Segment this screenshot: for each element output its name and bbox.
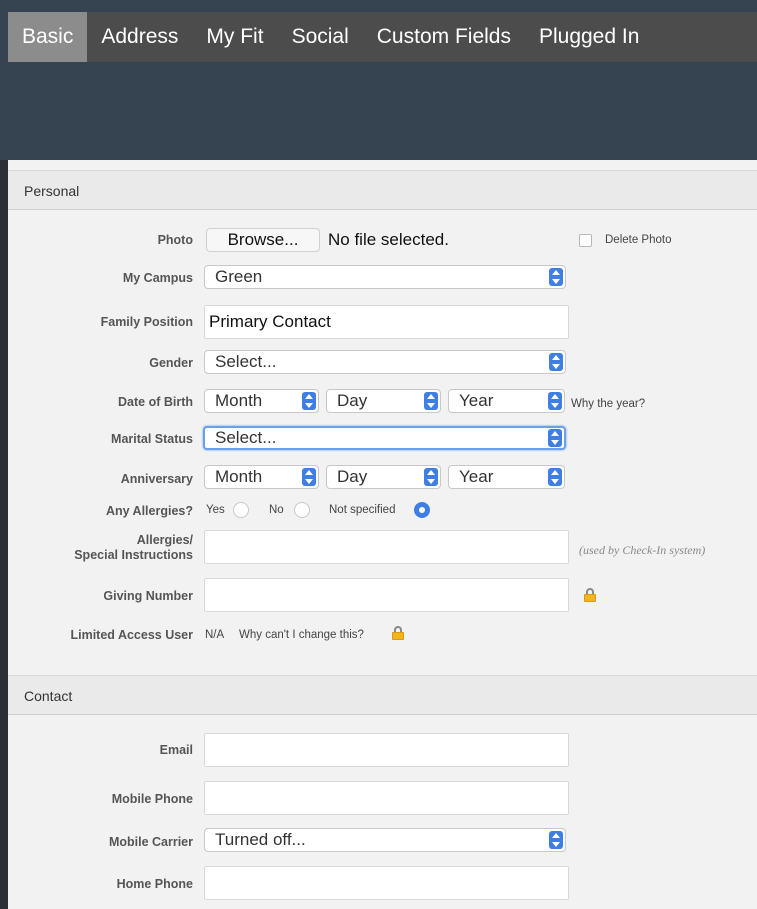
special-instructions-label-line1: Allergies/ [136, 533, 193, 547]
anniversary-day-value: Day [337, 467, 368, 486]
giving-number-field[interactable] [204, 578, 569, 612]
limited-access-value: N/A [205, 629, 225, 641]
anniversary-day-select[interactable]: Day [326, 465, 441, 489]
mobile-carrier-label: Mobile Carrier [108, 835, 193, 849]
family-position-value: Primary Contact [209, 312, 331, 331]
tab-bar: Basic Address My Fit Social Custom Field… [8, 12, 757, 62]
email-label: Email [159, 743, 193, 757]
special-instructions-label: Allergies/ Special Instructions [8, 533, 193, 563]
gender-value: Select... [215, 352, 277, 371]
lock-icon [392, 626, 404, 640]
allergies-no-radio[interactable] [294, 502, 310, 518]
select-arrows-icon [549, 353, 563, 371]
marital-value: Select... [215, 428, 277, 447]
mobile-carrier-select[interactable]: Turned off... [204, 828, 566, 852]
profile-form: Personal Photo Browse... No file selecte… [8, 160, 757, 909]
tab-plugged-in[interactable]: Plugged In [525, 12, 653, 62]
campus-label: My Campus [122, 271, 193, 285]
campus-value: Green [215, 267, 263, 286]
mobile-phone-label: Mobile Phone [111, 792, 193, 806]
marital-select[interactable]: Select... [203, 426, 566, 450]
allergies-not-specified-label: Not specified [329, 504, 396, 516]
family-position-label: Family Position [100, 315, 193, 329]
special-instructions-label-line2: Special Instructions [74, 548, 193, 562]
dob-year-value: Year [459, 391, 494, 410]
special-instructions-field[interactable] [204, 530, 569, 564]
dob-label: Date of Birth [118, 395, 193, 409]
tab-my-fit[interactable]: My Fit [192, 12, 277, 62]
select-arrows-icon [548, 429, 562, 447]
anniversary-month-value: Month [215, 467, 263, 486]
contact-section-heading: Contact [8, 675, 757, 715]
campus-select[interactable]: Green [204, 265, 566, 289]
anniversary-month-select[interactable]: Month [204, 465, 319, 489]
anniversary-year-value: Year [459, 467, 494, 486]
gender-label: Gender [149, 356, 193, 370]
tab-social[interactable]: Social [278, 12, 363, 62]
file-status: No file selected. [328, 230, 449, 249]
tab-basic[interactable]: Basic [8, 12, 88, 62]
allergies-yes-label: Yes [206, 504, 225, 516]
why-cant-change-link[interactable]: Why can't I change this? [239, 629, 364, 641]
select-arrows-icon [548, 468, 562, 486]
personal-section-heading: Personal [8, 170, 757, 210]
select-arrows-icon [302, 392, 316, 410]
mobile-phone-field[interactable] [204, 781, 569, 815]
allergies-not-specified-radio[interactable] [414, 502, 430, 518]
anniversary-year-select[interactable]: Year [448, 465, 565, 489]
anniversary-label: Anniversary [120, 472, 193, 486]
check-in-hint: (used by Check-In system) [579, 543, 706, 557]
allergies-no-label: No [269, 504, 284, 516]
select-arrows-icon [424, 468, 438, 486]
dob-month-value: Month [215, 391, 263, 410]
why-the-year-link[interactable]: Why the year? [571, 398, 645, 410]
mobile-carrier-value: Turned off... [215, 830, 306, 849]
dob-day-value: Day [337, 391, 368, 410]
dob-year-select[interactable]: Year [448, 389, 565, 413]
home-phone-label: Home Phone [116, 877, 193, 891]
marital-label: Marital Status [111, 432, 193, 446]
photo-label: Photo [157, 233, 193, 247]
lock-icon [584, 588, 596, 602]
select-arrows-icon [302, 468, 316, 486]
gender-select[interactable]: Select... [204, 350, 566, 374]
allergies-yes-radio[interactable] [233, 502, 249, 518]
delete-photo-checkbox[interactable] [579, 234, 592, 247]
tab-address[interactable]: Address [87, 12, 192, 62]
family-position-field[interactable]: Primary Contact [204, 305, 569, 339]
dob-month-select[interactable]: Month [204, 389, 319, 413]
email-field[interactable] [204, 733, 569, 767]
tab-custom-fields[interactable]: Custom Fields [363, 12, 525, 62]
giving-number-label: Giving Number [103, 589, 193, 603]
limited-access-label: Limited Access User [70, 628, 193, 642]
dob-day-select[interactable]: Day [326, 389, 441, 413]
select-arrows-icon [549, 268, 563, 286]
select-arrows-icon [549, 831, 563, 849]
allergies-label: Any Allergies? [105, 504, 193, 518]
select-arrows-icon [424, 392, 438, 410]
delete-photo-label: Delete Photo [605, 234, 672, 246]
home-phone-field[interactable] [204, 866, 569, 900]
browse-button[interactable]: Browse... [206, 228, 320, 252]
select-arrows-icon [548, 392, 562, 410]
